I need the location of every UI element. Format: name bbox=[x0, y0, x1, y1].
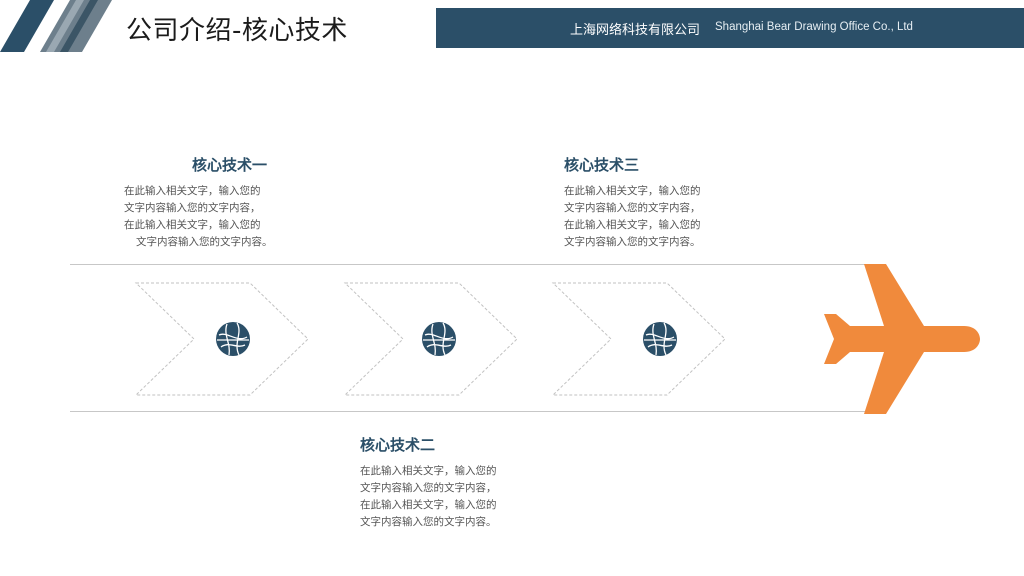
globe-icon bbox=[422, 322, 456, 356]
logo-stripes bbox=[0, 0, 112, 52]
tech-block-2: 核心技术二 在此输入相关文字，输入您的 文字内容输入您的文字内容， 在此输入相关… bbox=[360, 434, 560, 531]
tech-desc-line: 文字内容输入您的文字内容。 bbox=[564, 236, 701, 248]
globe-icon bbox=[643, 322, 677, 356]
tech-desc-line: 在此输入相关文字，输入您的 bbox=[360, 465, 497, 477]
tech-desc-line: 在此输入相关文字，输入您的 bbox=[360, 499, 497, 511]
tech-desc-1: 在此输入相关文字，输入您的 文字内容输入您的文字内容， 在此输入相关文字，输入您… bbox=[124, 183, 324, 251]
tech-desc-line: 在此输入相关文字，输入您的 bbox=[564, 219, 701, 231]
tech-desc-2: 在此输入相关文字，输入您的 文字内容输入您的文字内容， 在此输入相关文字，输入您… bbox=[360, 463, 560, 531]
company-name-cn: 上海网络科技有限公司 bbox=[570, 23, 701, 38]
tech-desc-line: 在此输入相关文字，输入您的 bbox=[124, 185, 261, 197]
tech-desc-line: 文字内容输入您的文字内容， bbox=[360, 482, 497, 494]
tech-desc-line: 文字内容输入您的文字内容， bbox=[124, 202, 261, 214]
globe-icon bbox=[216, 322, 250, 356]
top-rail bbox=[70, 264, 870, 265]
tech-desc-line: 在此输入相关文字，输入您的 bbox=[564, 185, 701, 197]
tech-title-3: 核心技术三 bbox=[564, 156, 640, 174]
tech-title-1: 核心技术一 bbox=[192, 156, 268, 174]
tech-desc-line: 文字内容输入您的文字内容， bbox=[564, 202, 701, 214]
tech-desc-line: 文字内容输入您的文字内容。 bbox=[360, 516, 497, 528]
tech-desc-line: 文字内容输入您的文字内容。 bbox=[136, 236, 273, 248]
tech-block-3: 核心技术三 在此输入相关文字，输入您的 文字内容输入您的文字内容， 在此输入相关… bbox=[564, 154, 764, 251]
chevron-arrow-3 bbox=[551, 282, 726, 396]
bottom-rail bbox=[70, 411, 870, 412]
tech-desc-3: 在此输入相关文字，输入您的 文字内容输入您的文字内容， 在此输入相关文字，输入您… bbox=[564, 183, 764, 251]
tech-desc-line: 在此输入相关文字，输入您的 bbox=[124, 219, 261, 231]
tech-title-2: 核心技术二 bbox=[360, 436, 436, 454]
airplane-icon bbox=[824, 264, 980, 414]
header-bar: 上海网络科技有限公司 Shanghai Bear Drawing Office … bbox=[436, 8, 1024, 48]
tech-block-1: 核心技术一 在此输入相关文字，输入您的 文字内容输入您的文字内容， 在此输入相关… bbox=[124, 154, 324, 251]
company-name-en: Shanghai Bear Drawing Office Co., Ltd bbox=[715, 21, 913, 33]
page-title: 公司介绍-核心技术 bbox=[126, 16, 348, 46]
